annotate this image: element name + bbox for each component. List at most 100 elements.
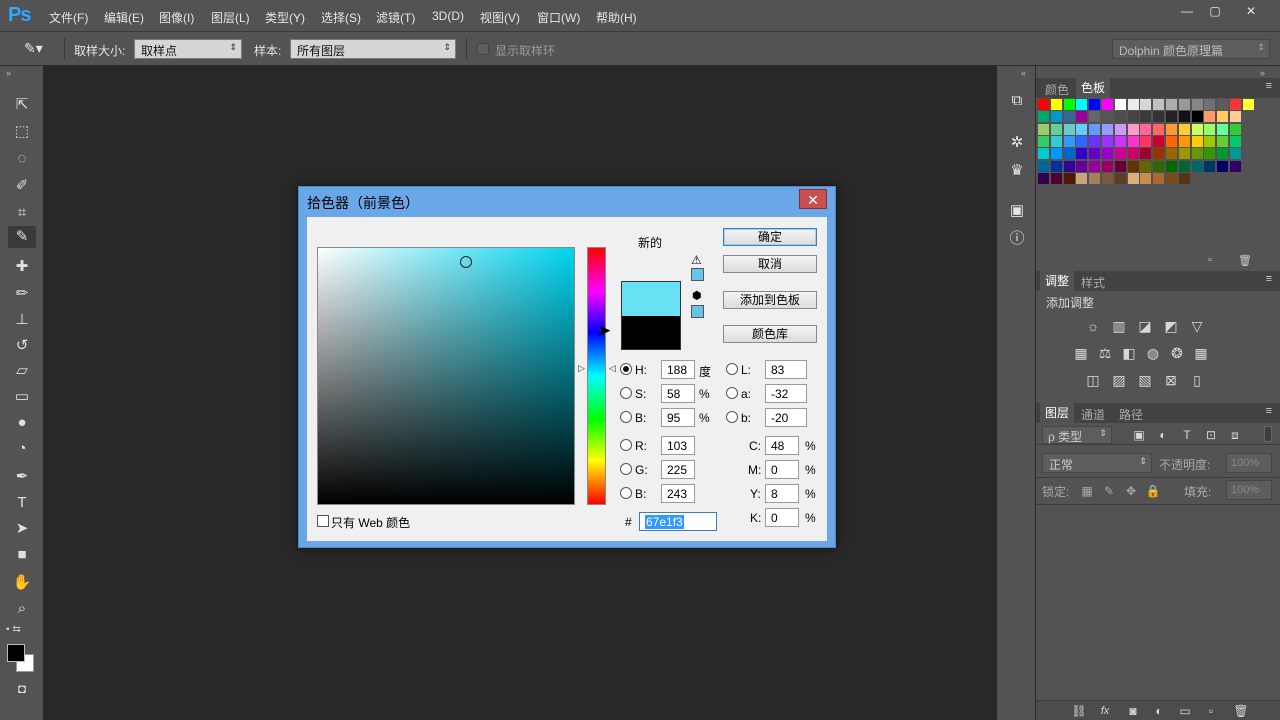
color-swatch[interactable] [1089,123,1101,135]
y-field[interactable]: 8 [765,484,799,503]
tab-paths[interactable]: 路径 [1114,406,1148,423]
healing-brush-tool-icon[interactable]: ✚ [8,256,36,278]
b-field[interactable]: 95 [661,408,695,427]
add-to-swatches-button[interactable]: 添加到色板 [723,291,817,309]
color-swatch[interactable] [1063,148,1075,160]
brush-presets-icon[interactable]: ♛ [1005,160,1029,182]
curves-icon[interactable]: ◪ [1136,318,1154,334]
foreground-color-swatch[interactable] [7,644,25,662]
add-mask-icon[interactable]: ◙ [1124,703,1142,719]
color-swatch[interactable] [1140,172,1152,184]
black-white-icon[interactable]: ◧ [1120,345,1138,361]
filter-pixel-icon[interactable]: ▣ [1130,427,1148,443]
color-swatch[interactable] [1230,99,1241,110]
color-swatch[interactable] [1089,160,1101,172]
color-swatch[interactable] [1089,172,1101,184]
radio-a[interactable] [726,387,738,399]
out-of-gamut-warning-icon[interactable]: ⚠ [691,253,702,267]
brightness-icon[interactable]: ☼ [1084,318,1102,334]
color-swatch[interactable] [1050,99,1062,110]
color-swatch[interactable] [1063,172,1075,184]
color-swatch[interactable] [1114,135,1126,147]
color-swatch[interactable] [1114,148,1126,160]
crop-tool-icon[interactable]: ⌗ [8,202,36,224]
posterize-icon[interactable]: ▨ [1110,372,1128,388]
color-swatch[interactable] [1217,135,1229,147]
filter-shape-icon[interactable]: ⊡ [1202,427,1220,443]
color-swatch[interactable] [1230,135,1241,147]
color-swatch[interactable] [1178,99,1190,110]
blur-tool-icon[interactable]: ● [8,412,36,434]
color-swatch[interactable] [1102,123,1113,135]
delete-layer-icon[interactable]: 🗑 [1232,703,1250,719]
color-swatch[interactable] [1178,172,1190,184]
color-swatch[interactable] [1191,148,1203,160]
lock-pixels-icon[interactable]: ✎ [1100,483,1118,499]
l-field[interactable]: 83 [765,360,807,379]
blend-mode-select[interactable]: 正常 ⇕ [1042,453,1152,473]
menu-file[interactable]: 文件(F) [49,9,88,26]
quick-select-tool-icon[interactable]: ✐ [8,175,36,197]
workspace-select[interactable]: Dolphin 颜色原理篇 ⇕ [1112,39,1270,59]
color-swatch[interactable] [1217,160,1229,172]
g-field[interactable]: 225 [661,460,695,479]
hue-slider[interactable] [587,247,606,505]
sample-select[interactable]: 所有图层 ⇕ [290,39,456,59]
color-swatch[interactable] [1153,99,1165,110]
color-swatch[interactable] [1191,160,1203,172]
close-icon[interactable]: ✕ [1238,4,1264,18]
color-swatch[interactable] [1076,160,1088,172]
color-swatch[interactable] [1140,111,1152,123]
color-swatch[interactable] [1050,160,1062,172]
color-swatch[interactable] [1166,172,1177,184]
selective-color-icon[interactable]: ⊠ [1162,372,1180,388]
fx-icon[interactable]: fx [1096,703,1114,719]
radio-s[interactable] [620,387,632,399]
menu-type[interactable]: 类型(Y) [265,9,305,26]
new-group-icon[interactable]: ▭ [1176,703,1194,719]
hue-slider-right-arrow[interactable]: ◁ [609,363,616,374]
lasso-tool-icon[interactable]: ◌ [8,148,36,170]
channel-mixer-icon[interactable]: ❂ [1168,345,1186,361]
color-swatch[interactable] [1038,160,1049,172]
color-swatch[interactable] [1153,111,1165,123]
properties-panel-icon[interactable]: ▣ [1005,200,1029,222]
color-swatch[interactable] [1140,160,1152,172]
gamut-color-swatch[interactable] [691,268,704,281]
menu-layer[interactable]: 图层(L) [211,9,250,26]
color-swatch[interactable] [1127,172,1139,184]
color-swatch[interactable] [1102,99,1113,110]
type-tool-icon[interactable]: T [8,492,36,514]
color-swatch[interactable] [1076,135,1088,147]
dialog-close-button[interactable]: ✕ [799,189,827,209]
gradient-tool-icon[interactable]: ▭ [8,386,36,408]
color-swatch[interactable] [1050,135,1062,147]
color-swatch[interactable] [1076,148,1088,160]
dodge-tool-icon[interactable]: ◔ [8,438,36,460]
color-swatch[interactable] [1217,99,1229,110]
color-swatch[interactable] [1166,148,1177,160]
color-swatch[interactable] [1127,160,1139,172]
color-swatch[interactable] [1038,172,1049,184]
menu-help[interactable]: 帮助(H) [596,9,637,26]
new-adjustment-icon[interactable]: ◐ [1150,703,1168,719]
collapse-arrows-icon[interactable]: » [1260,68,1265,78]
color-swatch[interactable] [1204,123,1216,135]
color-swatch[interactable] [1114,111,1126,123]
color-swatch[interactable] [1127,148,1139,160]
web-safe-cube-icon[interactable]: ⬢ [692,289,702,302]
trash-icon[interactable]: 🗑 [1238,254,1252,267]
a-field[interactable]: -32 [765,384,807,403]
lock-transparent-icon[interactable]: ▦ [1078,483,1096,499]
brush-tool-icon[interactable]: ✏ [8,283,36,305]
color-swatch[interactable] [1191,135,1203,147]
lock-position-icon[interactable]: ✥ [1122,483,1140,499]
new-swatch-icon[interactable]: ▫ [1208,254,1212,266]
color-swatch[interactable] [1166,99,1177,110]
clone-stamp-tool-icon[interactable]: ⊥ [8,309,36,331]
color-swatch[interactable] [1063,135,1075,147]
color-swatch[interactable] [1063,160,1075,172]
color-swatch[interactable] [1089,111,1101,123]
color-swatch[interactable] [1140,148,1152,160]
color-swatch[interactable] [1050,148,1062,160]
